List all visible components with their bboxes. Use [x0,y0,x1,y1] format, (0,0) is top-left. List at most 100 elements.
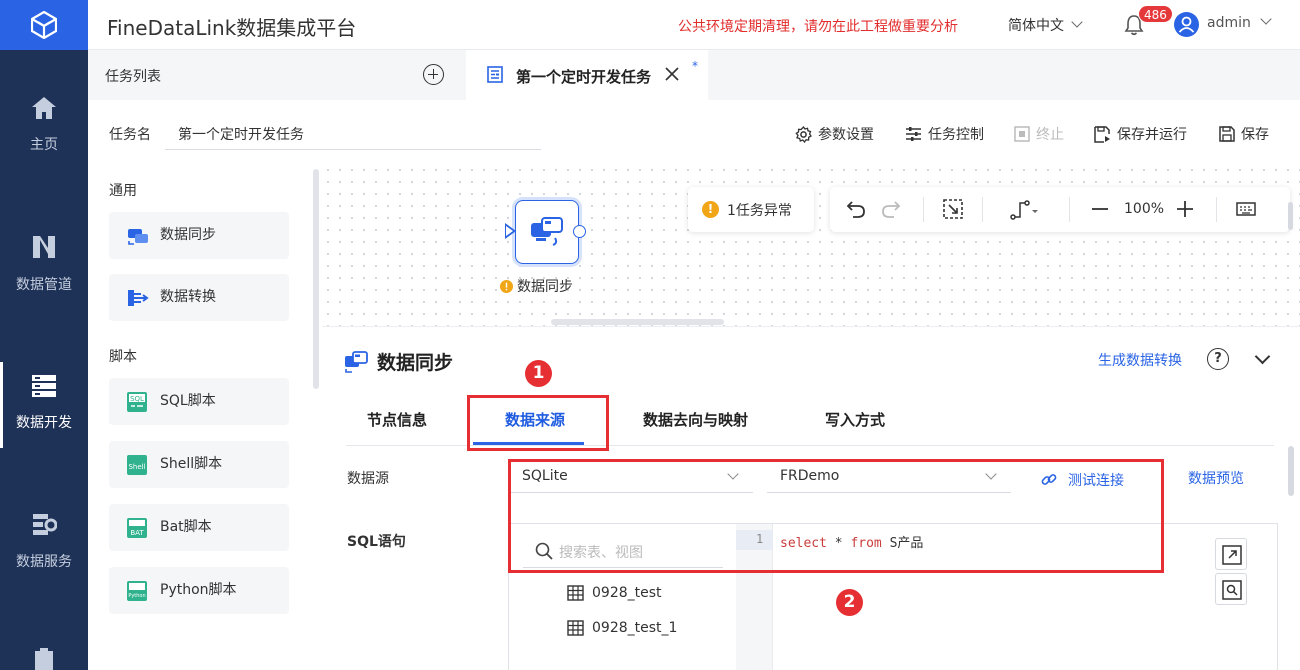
language-label: 简体中文 [1008,18,1064,34]
app-logo[interactable] [0,0,88,50]
header: FineDataLink数据集成平台 公共环境定期清理，请勿在此工程做重要分析 … [88,0,1300,50]
sidebar-item-pipeline[interactable]: 数据管道 [0,234,88,294]
task-toolbar: 任务名 第一个定时开发任务 参数设置 任务控制 终止 保存并运行 保存 [88,100,1300,164]
sidebar-item-data-dev[interactable]: 数据开发 [0,362,88,448]
user-menu[interactable]: admin [1207,13,1272,31]
zoom-level: 100% [1124,201,1165,217]
canvas-toolbar: 100% [830,187,1290,232]
generate-transform-link[interactable]: 生成数据转换 [1098,350,1182,370]
palette-item-label: SQL脚本 [160,393,216,409]
tab-active-task[interactable]: 第一个定时开发任务 * [466,50,708,100]
table-list-item[interactable]: 0928_test_1 [567,620,677,636]
chevron-down-icon [1260,13,1272,25]
gear-icon [795,125,812,143]
preview-sql-button[interactable] [1215,573,1247,605]
data-transform-icon [128,290,149,306]
node-label: 数据同步 [500,276,573,296]
svg-text:SQL: SQL [130,395,144,403]
save-label: 保存 [1241,127,1269,143]
param-settings-label: 参数设置 [818,127,874,143]
clipboard-icon [35,648,53,670]
stop-label: 终止 [1036,127,1064,143]
palette-item-python-script[interactable]: Python Python脚本 [109,567,289,614]
annotation-box-2 [508,459,1164,573]
unsaved-mark: * [692,59,698,73]
save-run-icon [1094,125,1110,143]
redo-icon[interactable] [881,199,901,219]
task-name-input[interactable]: 第一个定时开发任务 [165,116,541,150]
table-name: 0928_test [592,585,662,601]
sidebar-item-label: 数据服务 [16,554,72,570]
undo-icon[interactable] [846,199,866,219]
palette-item-label: 数据同步 [160,227,216,243]
save-button[interactable]: 保存 [1219,124,1269,144]
add-task-icon[interactable] [423,64,444,85]
canvas-horizontal-scrollbar[interactable] [551,319,724,325]
stop-button[interactable]: 终止 [1014,124,1064,144]
toolbar-divider [1216,197,1217,222]
sidebar-item-label: 数据管道 [16,277,72,293]
svg-text:Python: Python [128,593,145,599]
table-name: 0928_test_1 [592,620,678,636]
datasource-label: 数据源 [347,471,389,487]
save-and-run-button[interactable]: 保存并运行 [1094,124,1187,144]
data-service-icon [33,514,57,535]
sidebar-item-next[interactable] [0,648,88,670]
sidebar-item-home[interactable]: 主页 [0,96,88,154]
palette-scrollbar[interactable] [313,169,319,389]
svg-text:Shell: Shell [128,463,145,471]
tab-write-mode[interactable]: 写入方式 [825,409,885,430]
param-settings-button[interactable]: 参数设置 [795,124,874,144]
user-icon [1178,16,1195,33]
palette-item-label: Shell脚本 [160,456,223,472]
save-icon [1219,126,1235,142]
tab-node-info[interactable]: 节点信息 [367,409,427,430]
flow-node-data-sync[interactable] [505,200,586,264]
annotation-number-2: 2 [836,589,863,616]
panel-title: 数据同步 [377,352,454,374]
task-list-panel: 任务列表 [88,50,466,100]
sidebar-item-data-service[interactable]: 数据服务 [0,511,88,571]
language-select[interactable]: 简体中文 [1008,15,1083,35]
flow-canvas[interactable]: 数据同步 ! 1任务异常 100% [322,164,1300,326]
app-title: FineDataLink数据集成平台 [107,16,357,40]
table-list-item[interactable]: 0928_test [567,585,662,601]
zoom-out-icon[interactable] [1091,200,1109,218]
palette-item-data-transform[interactable]: 数据转换 [109,274,289,321]
chevron-down-icon [1071,16,1083,28]
sidebar-item-label: 主页 [30,137,58,153]
connector-style-icon[interactable] [1010,200,1040,220]
palette-group-general: 通用 [109,183,137,199]
keyboard-icon[interactable] [1236,201,1256,217]
data-dev-icon [32,375,56,397]
palette-item-shell-script[interactable]: Shell Shell脚本 [109,441,289,488]
palette-item-bat-script[interactable]: BAT Bat脚本 [109,504,289,551]
task-error-indicator[interactable]: ! 1任务异常 [688,187,814,232]
chevron-down-icon[interactable] [1254,348,1271,365]
canvas-vertical-scrollbar[interactable] [1288,202,1293,230]
palette-group-script: 脚本 [109,349,137,365]
tab-data-target-mapping[interactable]: 数据去向与映射 [643,409,748,430]
zoom-in-icon[interactable] [1176,200,1194,218]
fit-view-icon[interactable] [943,199,963,219]
node-output-port[interactable] [573,225,586,238]
sql-script-icon: SQL [127,392,147,412]
table-icon [567,585,584,601]
bat-script-icon: BAT [127,518,147,538]
task-name-label: 任务名 [109,127,151,143]
task-control-button[interactable]: 任务控制 [905,124,984,144]
close-icon[interactable] [665,67,679,81]
sliders-icon [906,127,921,141]
palette-item-label: Bat脚本 [160,519,212,535]
sidebar-item-label: 数据开发 [16,415,72,431]
palette-item-sql-script[interactable]: SQL SQL脚本 [109,378,289,425]
avatar[interactable] [1174,12,1199,37]
palette-item-data-sync[interactable]: 数据同步 [109,212,289,259]
expand-editor-button[interactable] [1215,538,1247,570]
error-badge-icon: ! [702,201,719,218]
help-icon[interactable]: ? [1207,348,1229,370]
data-preview-link[interactable]: 数据预览 [1188,468,1244,488]
panel-scrollbar[interactable] [1288,446,1294,496]
node-input-port[interactable] [505,223,516,239]
preview-icon [1222,580,1242,600]
